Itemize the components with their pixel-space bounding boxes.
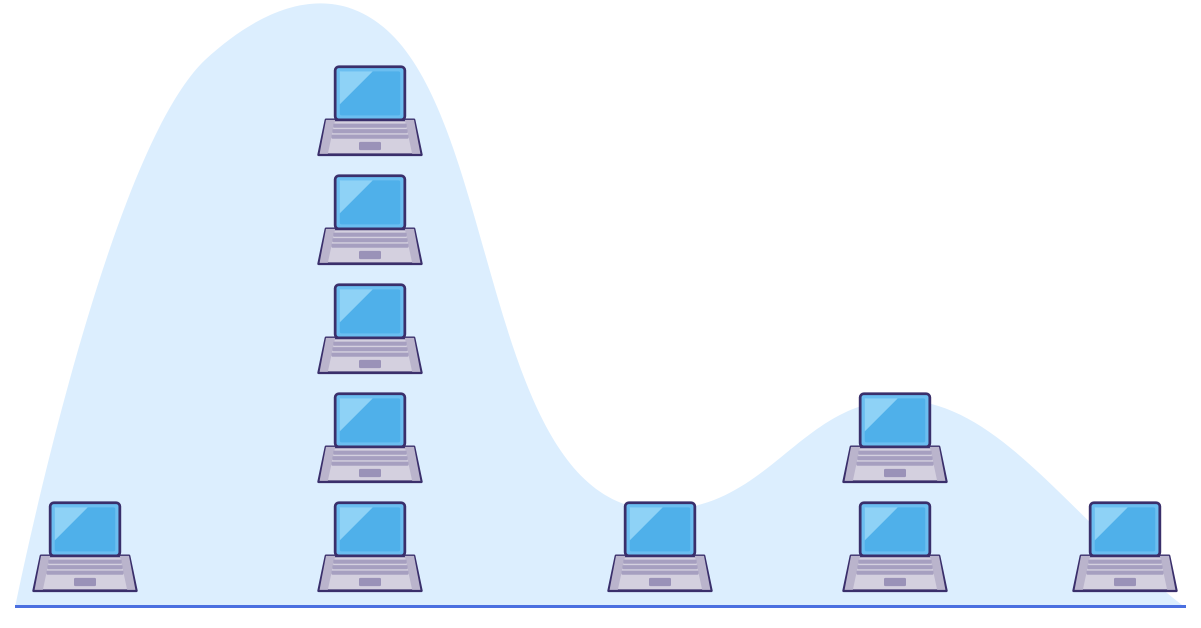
laptop-icon — [605, 497, 715, 602]
laptop-icon — [315, 61, 425, 166]
column-1 — [25, 495, 145, 604]
laptop-icon — [315, 279, 425, 384]
column-2 — [310, 59, 430, 604]
baseline — [15, 605, 1186, 608]
laptop-icon — [315, 497, 425, 602]
column-5 — [1065, 495, 1185, 604]
laptop-icon — [840, 388, 950, 493]
column-3 — [600, 495, 720, 604]
laptop-icon — [315, 170, 425, 275]
laptop-icon — [840, 497, 950, 602]
laptop-icon — [30, 497, 140, 602]
diagram-canvas — [0, 0, 1201, 628]
laptop-icon — [1070, 497, 1180, 602]
laptop-icon — [315, 388, 425, 493]
column-4 — [835, 386, 955, 604]
